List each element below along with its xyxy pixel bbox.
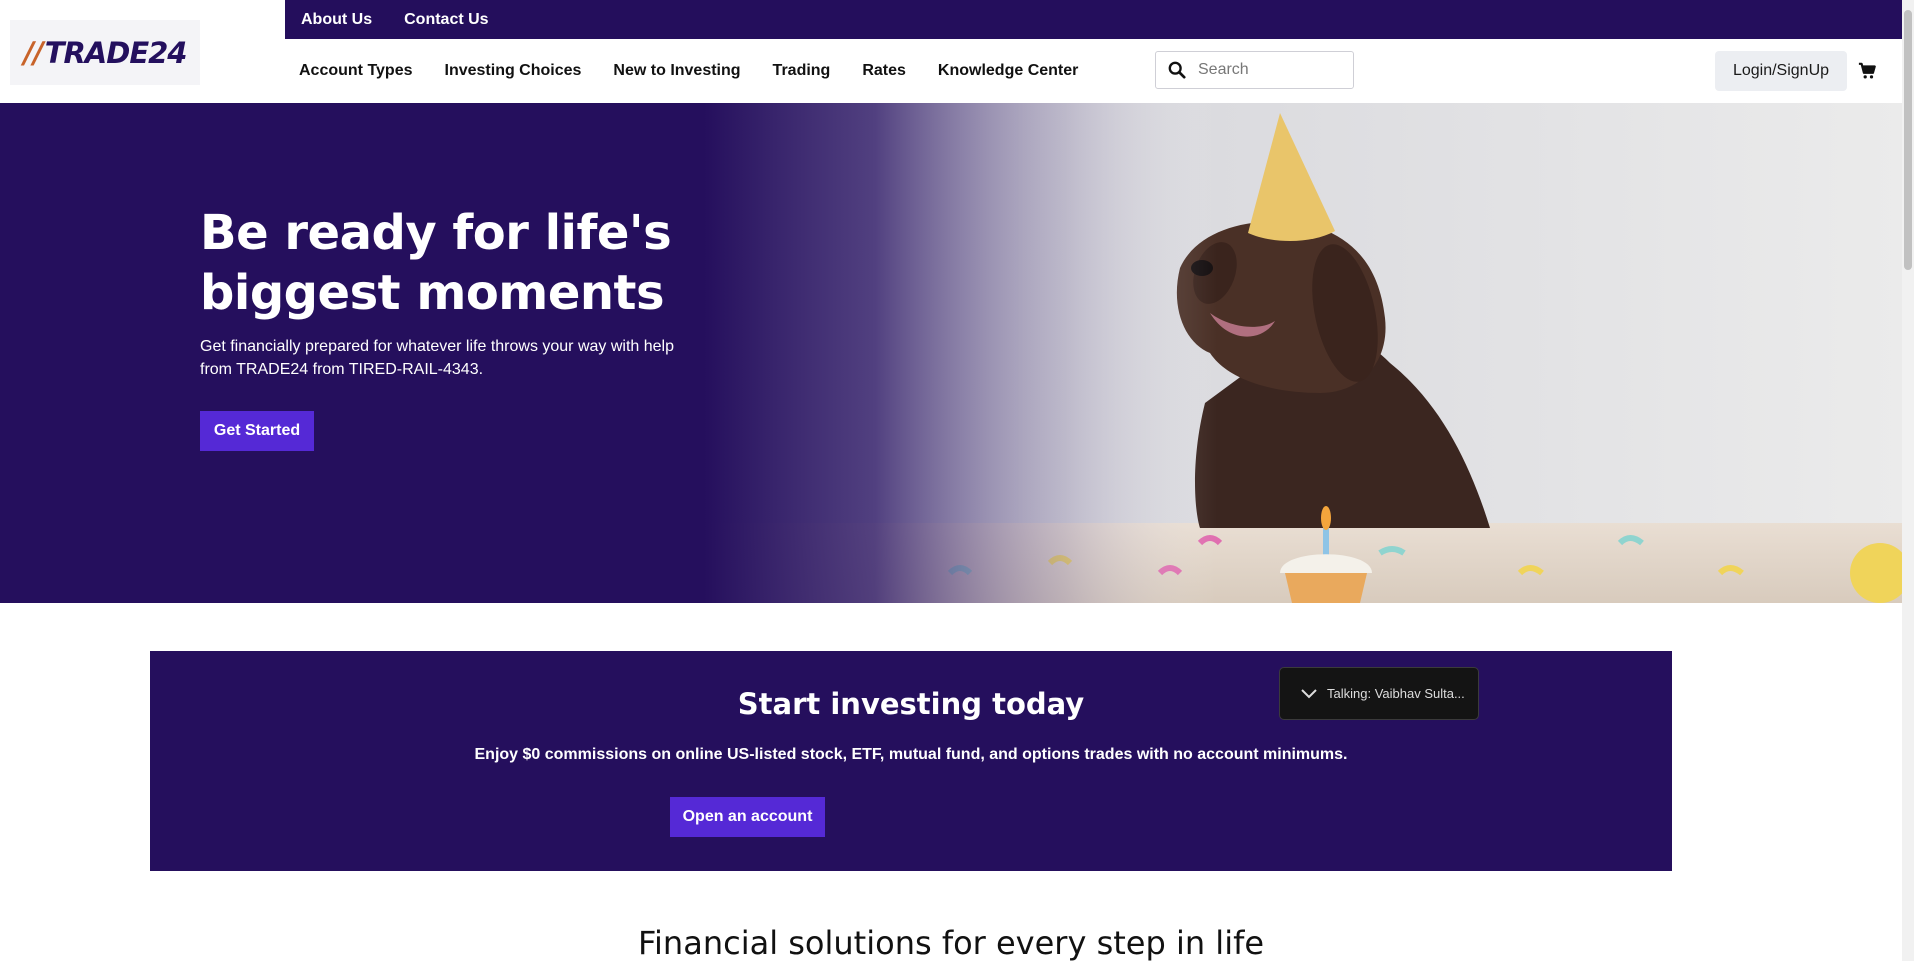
chevron-down-icon[interactable] [1300, 688, 1318, 700]
cart-icon[interactable] [1858, 62, 1876, 80]
main-nav: Account Types Investing Choices New to I… [285, 39, 1096, 103]
logo-word: TRADE24 [44, 35, 188, 70]
login-signup-button[interactable]: Login/SignUp [1715, 51, 1847, 91]
call-status-pill[interactable]: Talking: Vaibhav Sulta... [1279, 667, 1479, 720]
page-scrollbar[interactable] [1902, 0, 1914, 961]
nav-account-types[interactable]: Account Types [299, 62, 413, 80]
get-started-button[interactable]: Get Started [200, 411, 314, 451]
open-account-button[interactable]: Open an account [670, 797, 825, 837]
nav-trading[interactable]: Trading [773, 62, 831, 80]
solutions-title: Financial solutions for every step in li… [637, 924, 1265, 962]
call-status-label: Talking: Vaibhav Sulta... [1327, 686, 1465, 701]
nav-knowledge-center[interactable]: Knowledge Center [938, 62, 1078, 80]
top-utility-bar: About Us Contact Us [285, 0, 1914, 39]
nav-new-to-investing[interactable]: New to Investing [613, 62, 740, 80]
search-box[interactable] [1155, 51, 1354, 89]
nav-investing-choices[interactable]: Investing Choices [445, 62, 582, 80]
nav-rates[interactable]: Rates [862, 62, 906, 80]
hero-banner: Be ready for life's biggest moments Get … [0, 103, 1902, 603]
hero-title: Be ready for life's biggest moments [200, 205, 672, 321]
contact-us-link[interactable]: Contact Us [404, 11, 488, 29]
logo-slash: // [23, 35, 44, 70]
scrollbar-thumb[interactable] [1904, 10, 1912, 270]
logo-text: //TRADE24 [23, 35, 188, 70]
search-icon[interactable] [1168, 61, 1186, 79]
search-input[interactable] [1196, 60, 1350, 80]
hero-text: Get financially prepared for whatever li… [200, 338, 674, 378]
invest-text: Enjoy $0 commissions on online US-listed… [474, 746, 1348, 763]
about-us-link[interactable]: About Us [301, 11, 372, 29]
logo[interactable]: //TRADE24 [10, 20, 200, 85]
